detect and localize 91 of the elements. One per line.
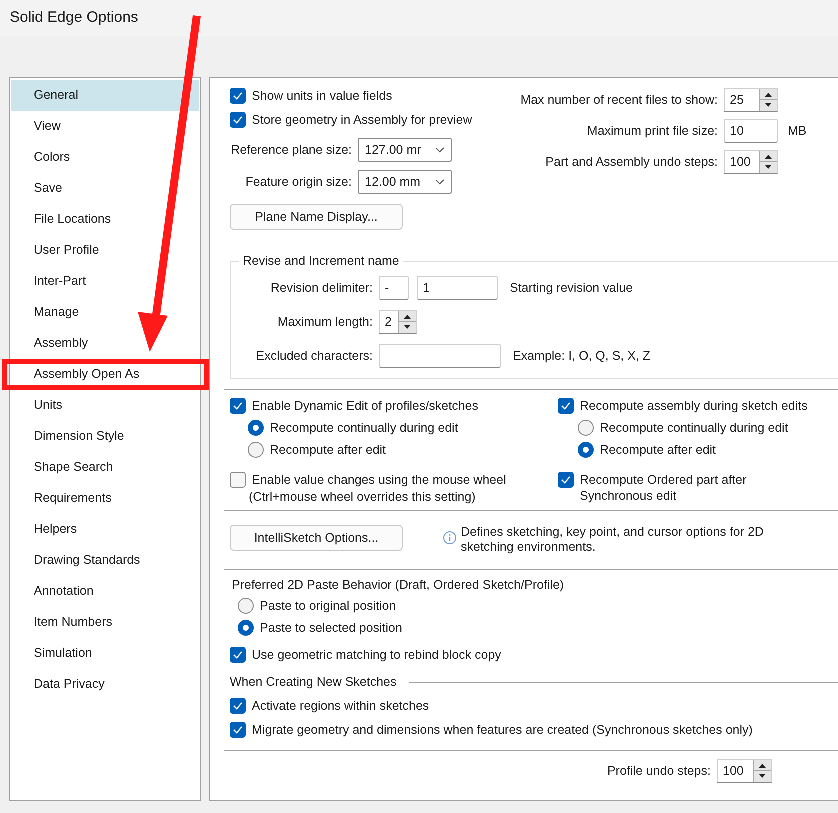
radio-button[interactable] bbox=[248, 442, 264, 458]
field-label: Part and Assembly undo steps: bbox=[546, 155, 718, 169]
radio-button[interactable] bbox=[578, 420, 594, 436]
sidebar-item[interactable]: Simulation bbox=[11, 638, 199, 669]
section-title: Preferred 2D Paste Behavior (Draft, Ordered Sketch/Profile) bbox=[232, 578, 566, 592]
note-text: (Ctrl+mouse wheel overrides this setting) bbox=[248, 490, 477, 504]
sidebar-item[interactable]: Drawing Standards bbox=[11, 545, 199, 576]
group-title: Revise and Increment name bbox=[239, 254, 404, 268]
radio-button[interactable] bbox=[248, 420, 264, 436]
dropdown[interactable]: 127.00 mr bbox=[358, 138, 452, 162]
field-label: Excluded characters: bbox=[255, 349, 373, 363]
sidebar-item[interactable]: General bbox=[11, 80, 199, 111]
sidebar-item[interactable]: Requirements bbox=[11, 483, 199, 514]
checkmark-icon bbox=[233, 402, 243, 410]
checkmark-icon bbox=[561, 476, 571, 484]
checkmark-icon bbox=[561, 402, 571, 410]
checkbox[interactable] bbox=[558, 398, 574, 414]
radio-button[interactable] bbox=[578, 442, 594, 458]
option-label: Recompute after edit bbox=[270, 443, 386, 457]
chevron-down-icon bbox=[435, 179, 445, 185]
sidebar-item[interactable]: Helpers bbox=[11, 514, 199, 545]
sidebar-item[interactable]: Item Numbers bbox=[11, 607, 199, 638]
sidebar-item[interactable]: Dimension Style bbox=[11, 421, 199, 452]
sidebar-item[interactable]: Colors bbox=[11, 142, 199, 173]
checkbox-label: Activate regions within sketches bbox=[252, 699, 430, 713]
dropdown[interactable]: 12.00 mm bbox=[358, 170, 452, 194]
input-field[interactable]: - bbox=[379, 276, 409, 300]
checkmark-icon bbox=[233, 726, 243, 734]
example-text: Example: I, O, Q, S, X, Z bbox=[513, 349, 651, 363]
checkbox-label: Recompute assembly during sketch edits bbox=[580, 399, 808, 413]
sidebar-item[interactable]: Assembly Open As bbox=[2, 359, 209, 390]
input-field[interactable]: 1 bbox=[417, 276, 498, 300]
field-label: Starting revision value bbox=[510, 281, 633, 295]
plane-name-display-button[interactable]: Plane Name Display... bbox=[230, 204, 403, 230]
field-label: Max number of recent files to show: bbox=[520, 93, 718, 107]
checkmark-icon bbox=[233, 92, 243, 100]
checkbox[interactable] bbox=[558, 472, 574, 488]
window-title: Solid Edge Options bbox=[10, 9, 138, 26]
sidebar-item[interactable]: User Profile bbox=[11, 235, 199, 266]
sidebar-item[interactable]: Annotation bbox=[11, 576, 199, 607]
checkmark-icon bbox=[233, 116, 243, 124]
chevron-down-icon bbox=[435, 147, 445, 153]
field-label: Revision delimiter: bbox=[270, 281, 373, 295]
checkbox-label: Use geometric matching to rebind block copy bbox=[252, 648, 502, 662]
sidebar-item[interactable]: Save bbox=[11, 173, 199, 204]
option-label: Paste to selected position bbox=[260, 621, 402, 635]
checkbox-label: Migrate geometry and dimensions when features are created (Synchronous sketches only) bbox=[252, 723, 753, 737]
sidebar-item[interactable]: View bbox=[11, 111, 199, 142]
info-text: Defines sketching, key point, and cursor options for 2D sketching environments. bbox=[461, 525, 765, 555]
input-field[interactable]: 10 bbox=[724, 119, 778, 143]
field-label: Maximum print file size: bbox=[587, 124, 718, 138]
checkbox-label: Recompute Ordered part after Synchronous edit bbox=[580, 472, 748, 504]
sidebar-item[interactable]: Assembly bbox=[11, 328, 199, 359]
spin-field[interactable]: 100 bbox=[724, 150, 778, 174]
spin-field[interactable]: 100 bbox=[717, 759, 772, 783]
checkbox-label: Enable value changes using the mouse wheel bbox=[252, 473, 506, 487]
checkbox[interactable] bbox=[230, 722, 246, 738]
sidebar-item[interactable]: File Locations bbox=[11, 204, 199, 235]
sidebar-item[interactable]: Inter-Part bbox=[11, 266, 199, 297]
input-field[interactable] bbox=[379, 344, 501, 368]
field-label: Maximum length: bbox=[276, 315, 373, 329]
sidebar-item[interactable]: Shape Search bbox=[11, 452, 199, 483]
option-label: Recompute continually during edit bbox=[600, 421, 788, 435]
checkbox[interactable] bbox=[230, 88, 246, 104]
option-label: Recompute after edit bbox=[600, 443, 716, 457]
field-label: Feature origin size: bbox=[246, 175, 352, 189]
checkmark-icon bbox=[233, 651, 243, 659]
checkbox[interactable] bbox=[230, 647, 246, 663]
option-label: Paste to original position bbox=[260, 599, 396, 613]
checkbox[interactable] bbox=[230, 698, 246, 714]
checkbox-label: Store geometry in Assembly for preview bbox=[252, 113, 472, 127]
checkbox[interactable] bbox=[230, 472, 246, 488]
sidebar-item[interactable]: Data Privacy bbox=[11, 669, 199, 700]
radio-button[interactable] bbox=[238, 598, 254, 614]
spin-field[interactable]: 2 bbox=[379, 310, 417, 334]
radio-button[interactable] bbox=[238, 620, 254, 636]
intellisketch-options-button[interactable]: IntelliSketch Options... bbox=[230, 525, 403, 551]
info-icon bbox=[443, 531, 457, 545]
checkbox-label: Enable Dynamic Edit of profiles/sketches bbox=[252, 399, 478, 413]
checkbox[interactable] bbox=[230, 112, 246, 128]
section-title: When Creating New Sketches bbox=[230, 675, 397, 689]
spin-field[interactable]: 25 bbox=[724, 88, 778, 112]
unit-label: MB bbox=[788, 124, 808, 138]
checkbox-label: Show units in value fields bbox=[252, 89, 392, 103]
option-label: Recompute continually during edit bbox=[270, 421, 458, 435]
checkbox[interactable] bbox=[230, 398, 246, 414]
field-label: Profile undo steps: bbox=[607, 764, 711, 778]
field-label: Reference plane size: bbox=[231, 143, 352, 157]
sidebar-item[interactable]: Manage bbox=[11, 297, 199, 328]
checkmark-icon bbox=[233, 702, 243, 710]
sidebar-item[interactable]: Units bbox=[11, 390, 199, 421]
